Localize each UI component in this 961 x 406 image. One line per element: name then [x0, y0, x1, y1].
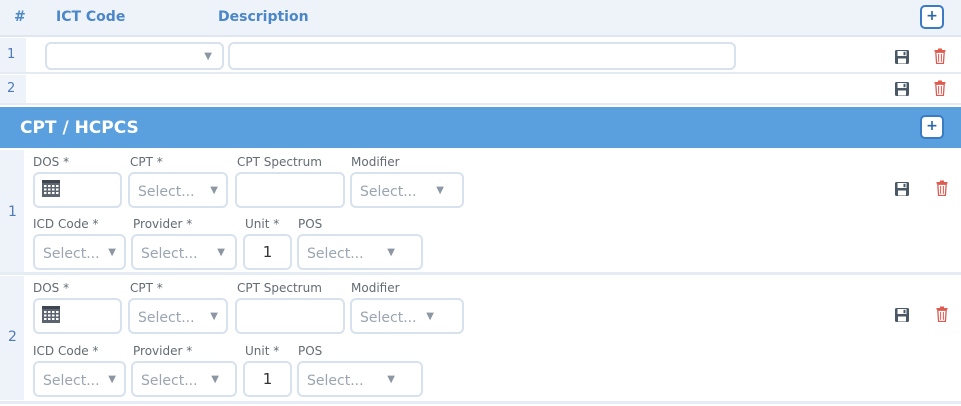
provider-select[interactable]: Select... ▼	[131, 361, 237, 397]
column-header-num: #	[14, 9, 26, 25]
save-icon[interactable]	[894, 49, 910, 65]
cpt-spectrum-label: CPT Spectrum	[237, 281, 322, 295]
modifier-label: Modifier	[351, 281, 400, 295]
chevron-down-icon: ▼	[426, 311, 434, 322]
cpt-spectrum-label: CPT Spectrum	[237, 155, 322, 169]
chevron-down-icon: ▼	[211, 374, 219, 385]
chevron-down-icon: ▼	[217, 247, 225, 258]
icd-code-select[interactable]: Select... ▼	[33, 361, 126, 397]
cpt-label: CPT *	[130, 281, 163, 295]
save-icon[interactable]	[894, 181, 910, 197]
ict-row: 2	[0, 75, 961, 105]
row-number: 1	[0, 150, 24, 272]
entry-divider	[0, 272, 961, 275]
cpt-select[interactable]: Select... ▼	[128, 298, 228, 334]
row-number: 1	[0, 38, 26, 72]
unit-input[interactable]: 1	[243, 361, 292, 397]
dos-date-input[interactable]	[33, 298, 122, 334]
description-input[interactable]	[228, 42, 736, 70]
add-cpt-button[interactable]: +	[920, 115, 944, 139]
save-icon[interactable]	[894, 81, 910, 97]
trash-icon[interactable]	[936, 180, 948, 196]
chevron-down-icon: ▼	[210, 311, 218, 322]
calendar-icon[interactable]	[41, 178, 61, 198]
cpt-select[interactable]: Select... ▼	[128, 172, 228, 208]
dos-label: DOS *	[33, 155, 70, 169]
column-header-ict-code: ICT Code	[56, 9, 126, 25]
entry-divider	[0, 401, 961, 404]
calendar-icon[interactable]	[41, 304, 61, 324]
modifier-label: Modifier	[351, 155, 400, 169]
provider-label: Provider *	[133, 217, 193, 231]
cpt-spectrum-input[interactable]	[235, 298, 345, 334]
trash-icon[interactable]	[934, 80, 946, 96]
unit-label: Unit *	[245, 344, 280, 358]
unit-label: Unit *	[245, 217, 280, 231]
cpt-section-header: CPT / HCPCS +	[0, 107, 961, 148]
pos-label: POS	[298, 217, 323, 231]
pos-label: POS	[298, 344, 323, 358]
cpt-entry: 2 DOS * CPT * CPT Spectrum Modifier Sele…	[0, 276, 961, 400]
chevron-down-icon: ▼	[204, 51, 212, 62]
unit-input[interactable]: 1	[243, 234, 292, 270]
chevron-down-icon: ▼	[387, 247, 395, 258]
icd-code-select[interactable]: Select... ▼	[33, 234, 126, 270]
column-header-description: Description	[218, 9, 309, 25]
ict-row: 1 ▼	[0, 38, 961, 74]
section-title: CPT / HCPCS	[20, 118, 139, 138]
icd-code-label: ICD Code *	[33, 344, 99, 358]
trash-icon[interactable]	[936, 306, 948, 322]
chevron-down-icon: ▼	[108, 374, 116, 385]
row-number: 2	[0, 276, 24, 400]
cpt-label: CPT *	[130, 155, 163, 169]
save-icon[interactable]	[894, 307, 910, 323]
chevron-down-icon: ▼	[436, 185, 444, 196]
modifier-select[interactable]: Select... ▼	[350, 172, 464, 208]
row-number: 2	[0, 75, 26, 103]
pos-select[interactable]: Select... ▼	[297, 234, 423, 270]
chevron-down-icon: ▼	[387, 374, 395, 385]
ict-table-header: # ICT Code Description +	[0, 0, 961, 37]
dos-label: DOS *	[33, 281, 70, 295]
provider-select[interactable]: Select... ▼	[131, 234, 237, 270]
add-ict-button[interactable]: +	[920, 5, 944, 29]
ict-code-select[interactable]: ▼	[45, 42, 224, 70]
chevron-down-icon: ▼	[108, 247, 116, 258]
modifier-select[interactable]: Select... ▼	[350, 298, 464, 334]
provider-label: Provider *	[133, 344, 193, 358]
pos-select[interactable]: Select... ▼	[297, 361, 423, 397]
trash-icon[interactable]	[934, 48, 946, 64]
icd-code-label: ICD Code *	[33, 217, 99, 231]
dos-date-input[interactable]	[33, 172, 122, 208]
chevron-down-icon: ▼	[210, 185, 218, 196]
cpt-entry: 1 DOS * CPT * CPT Spectrum Modifier Sele…	[0, 150, 961, 272]
cpt-spectrum-input[interactable]	[235, 172, 345, 208]
